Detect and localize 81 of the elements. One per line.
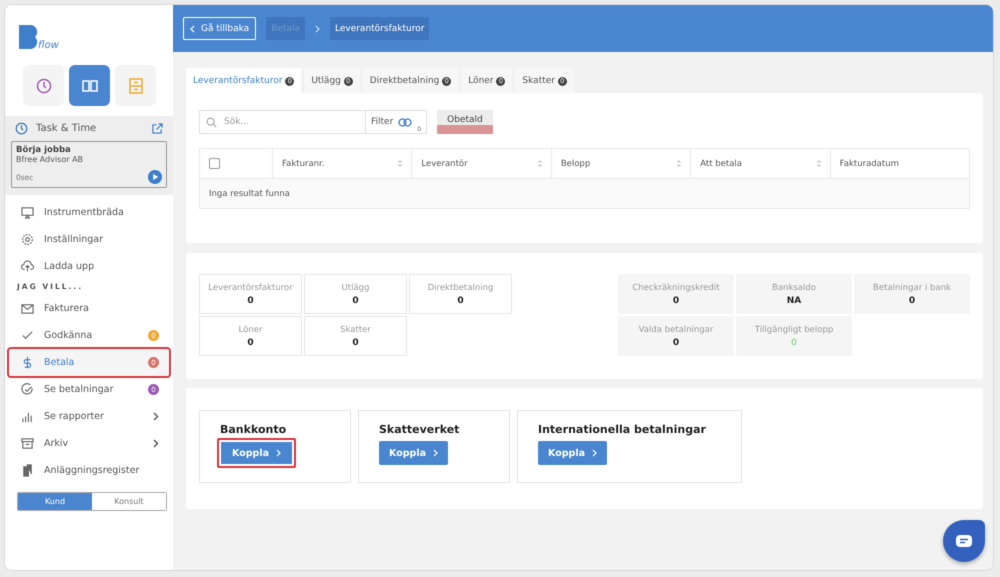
nav-item[interactable]: Instrumentbräda bbox=[9, 199, 169, 226]
sort-icon[interactable] bbox=[676, 159, 682, 168]
nav-item[interactable]: Anläggningsregister bbox=[9, 457, 169, 484]
bar-chart-icon bbox=[21, 410, 34, 423]
book-icon bbox=[82, 78, 98, 92]
stat-value: 0 bbox=[352, 338, 359, 348]
column-header[interactable]: Att betala bbox=[690, 149, 830, 178]
clock-icon bbox=[36, 78, 52, 94]
monitor-icon bbox=[21, 206, 34, 219]
column-header[interactable]: Fakturadatum bbox=[830, 149, 970, 178]
stat-value: 0 bbox=[791, 338, 797, 348]
gear-icon bbox=[21, 233, 34, 246]
chevron-icon bbox=[433, 449, 438, 457]
card-title: Bankkonto bbox=[220, 423, 288, 436]
sort-icon[interactable] bbox=[397, 159, 404, 168]
dollar-icon bbox=[21, 356, 34, 369]
cloud-upload-icon bbox=[21, 260, 34, 273]
stat-value: 0 bbox=[672, 338, 680, 348]
empty-message: Inga resultat funna bbox=[209, 188, 290, 198]
company-name: Bfree Advisor AB bbox=[16, 155, 84, 164]
clock-tile[interactable] bbox=[23, 65, 64, 106]
stat-label: Banksaldo bbox=[772, 282, 816, 292]
sort-icon[interactable] bbox=[816, 159, 822, 168]
play-icon[interactable] bbox=[148, 170, 162, 184]
chevron-icon bbox=[314, 24, 320, 32]
archive-box-icon bbox=[21, 437, 34, 450]
checkmark-icon bbox=[21, 329, 34, 342]
checkbox[interactable] bbox=[209, 158, 220, 169]
sort-icon[interactable] bbox=[536, 159, 543, 168]
stat-value: 0 bbox=[457, 296, 464, 306]
column-header[interactable]: Fakturanr. bbox=[272, 149, 412, 178]
stat-label: Valda betalningar bbox=[638, 324, 714, 334]
nav-item[interactable]: Ladda upp bbox=[9, 253, 169, 280]
stat-label: Checkräkningskredit bbox=[632, 282, 720, 292]
stat-value: 0 bbox=[247, 296, 254, 306]
section-title: Task & Time bbox=[36, 123, 96, 134]
external-link-icon[interactable] bbox=[152, 123, 163, 134]
toggle-icon bbox=[398, 118, 412, 126]
back-button[interactable]: Gå tillbaka bbox=[183, 17, 256, 40]
card-title: Skatteverket bbox=[379, 423, 460, 436]
connect-button[interactable]: Koppla bbox=[217, 438, 296, 468]
stat-label: Skatter bbox=[340, 324, 371, 334]
column-header[interactable]: Leverantör bbox=[411, 149, 551, 178]
nav-item[interactable]: Se rapporter bbox=[9, 403, 169, 430]
connect-button[interactable]: Koppla bbox=[379, 441, 448, 465]
stat-label: Leverantörsfakturor bbox=[208, 282, 293, 292]
drawers-icon bbox=[128, 78, 142, 94]
breadcrumb[interactable]: Leverantörsfakturor bbox=[330, 17, 430, 40]
envelope-icon bbox=[21, 302, 34, 315]
stat-label: Betalningar i bank bbox=[873, 282, 951, 292]
nav-item[interactable]: Fakturera bbox=[9, 295, 169, 322]
stat-value: 0 bbox=[247, 338, 254, 348]
nav-item[interactable]: Inställningar bbox=[9, 226, 169, 253]
search-field[interactable]: Sök... bbox=[199, 110, 366, 134]
stat-value: 0 bbox=[672, 296, 680, 306]
stat-label: Tillgängligt belopp bbox=[754, 324, 834, 334]
logo: flow bbox=[5, 5, 173, 51]
nav-item[interactable]: Arkiv bbox=[9, 430, 169, 457]
status-filter-chip[interactable]: Obetald bbox=[437, 110, 493, 134]
stat-value: NA bbox=[786, 296, 802, 306]
book-tile[interactable] bbox=[69, 65, 110, 106]
stat-label: Utlägg bbox=[342, 282, 370, 292]
connect-button[interactable]: Koppla bbox=[538, 441, 607, 465]
stat-value: 0 bbox=[352, 296, 359, 306]
documents-icon bbox=[21, 464, 34, 477]
timer-title: Börja jobba bbox=[16, 145, 72, 155]
stat-value: 0 bbox=[908, 296, 916, 306]
mode-toggle-button[interactable]: Kund bbox=[18, 493, 92, 510]
card-title: Internationella betalningar bbox=[538, 423, 707, 436]
chevron-icon bbox=[276, 449, 281, 457]
check-circle-icon bbox=[21, 383, 34, 396]
stat-label: Direktbetalning bbox=[428, 282, 494, 292]
cabinet-tile[interactable] bbox=[115, 65, 156, 106]
clock-icon bbox=[15, 122, 28, 135]
chat-icon bbox=[956, 535, 972, 547]
search-icon bbox=[206, 117, 217, 128]
chevron-icon bbox=[190, 24, 195, 32]
column-header[interactable]: Belopp bbox=[550, 149, 690, 178]
stat-label: Löner bbox=[238, 324, 262, 334]
chevron-icon bbox=[592, 449, 597, 457]
chat-button[interactable] bbox=[943, 520, 985, 562]
